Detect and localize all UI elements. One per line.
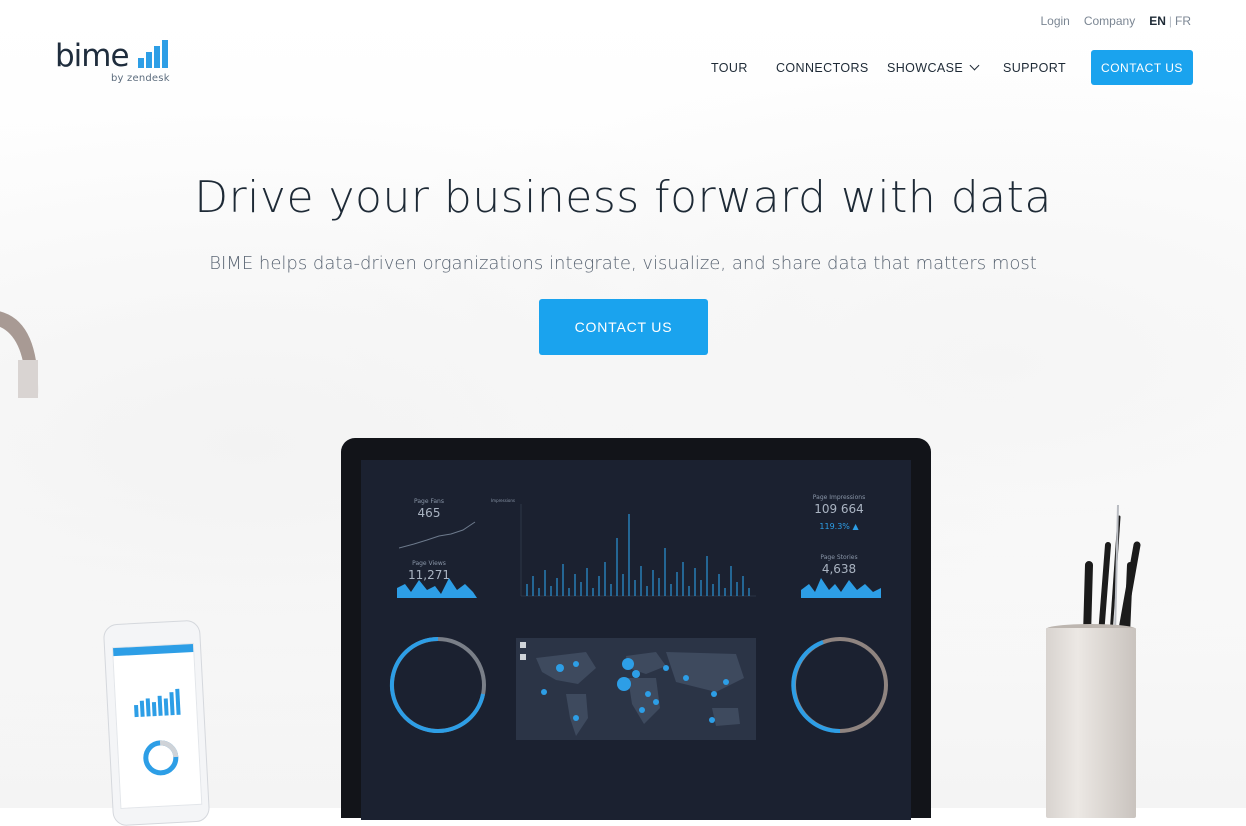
impressions-bar-chart (520, 504, 756, 597)
dashboard-screen: Page Fans 465 Page Views 11,271 Impressi… (361, 460, 911, 820)
phone-image (102, 619, 211, 826)
company-link[interactable]: Company (1084, 14, 1135, 28)
impressions-chart-label: Impressions (491, 498, 515, 503)
page-impressions-value: 109 664 (814, 502, 864, 516)
page-fans-label: Page Fans (414, 498, 444, 505)
main-nav: TOUR CONNECTORS SHOWCASE SUPPORT (0, 60, 1246, 80)
phone-screen (111, 642, 203, 810)
laptop-image: Page Fans 465 Page Views 11,271 Impressi… (341, 438, 931, 820)
nav-tour[interactable]: TOUR (711, 61, 748, 75)
page-stories-area-chart (801, 578, 881, 598)
nav-support[interactable]: SUPPORT (1003, 61, 1066, 75)
nav-connectors[interactable]: CONNECTORS (776, 61, 869, 75)
page-impressions-change: 119.3% ▲ (819, 522, 859, 531)
page-fans-value: 465 (417, 506, 441, 520)
nav-showcase[interactable]: SHOWCASE (887, 60, 980, 75)
page-views-area-chart (397, 578, 477, 598)
page-stories-label: Page Stories (820, 554, 858, 561)
page-impressions-label: Page Impressions (812, 494, 866, 501)
world-map-chart (516, 638, 756, 740)
chevron-down-icon (969, 60, 980, 71)
hero-subtitle: BIME helps data-driven organizations int… (209, 253, 1037, 274)
page-views-label: Page Views (412, 560, 446, 567)
hero-contact-button[interactable]: CONTACT US (539, 299, 708, 355)
login-link[interactable]: Login (1040, 14, 1069, 28)
header-contact-button[interactable]: CONTACT US (1091, 50, 1193, 85)
desk-lamp-image (0, 311, 39, 398)
left-donut-chart (389, 636, 486, 733)
lang-en-link[interactable]: EN (1149, 14, 1166, 28)
utility-nav: Login Company EN | FR (1040, 14, 1191, 28)
phone-charts (134, 688, 181, 776)
nav-showcase-label: SHOWCASE (887, 61, 964, 75)
lang-fr-link[interactable]: FR (1175, 14, 1191, 28)
lang-separator: | (1168, 14, 1172, 28)
right-donut-chart (791, 637, 888, 734)
page-fans-sparkline (399, 521, 476, 549)
hero-title: Drive your business forward with data (194, 172, 1052, 223)
pencil-cup-image (1046, 628, 1136, 818)
